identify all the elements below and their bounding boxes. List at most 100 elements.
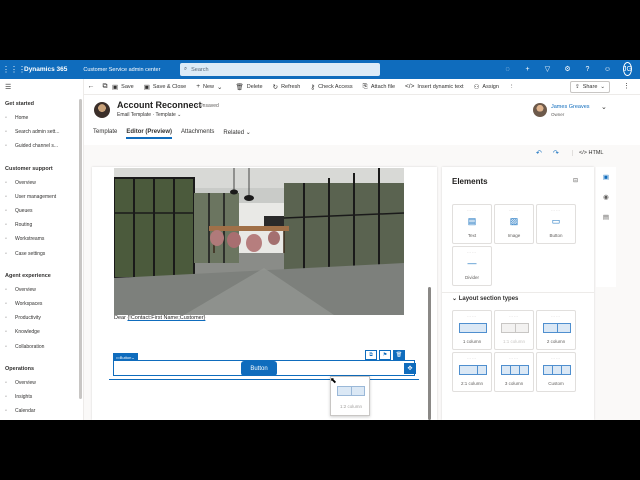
sidebar-item[interactable]: ◦ Case settings	[5, 251, 45, 257]
tab-editor-preview[interactable]: Editor (Preview)	[126, 129, 173, 139]
user-avatar[interactable]: JG	[623, 62, 632, 76]
owner-name[interactable]: James Greaves	[551, 104, 590, 110]
dynamic-text-token[interactable]: {!Contact:First Name;Customer}	[127, 315, 205, 321]
sidebar-item-label: Queues	[15, 208, 33, 214]
layout-1-1-column-tile[interactable]: ⋯⋯ 1:1 column	[494, 310, 534, 350]
delete-button[interactable]: 🗑 Delete	[235, 83, 262, 91]
save-close-button[interactable]: ▣ Save & Close	[144, 83, 186, 91]
drag-dots-icon: ⋯⋯	[509, 356, 519, 361]
sidebar-item-label: Overview	[15, 179, 36, 186]
app-name[interactable]: Customer Service admin center	[83, 67, 160, 73]
sidebar-item[interactable]: ◦ User management	[5, 194, 56, 200]
sidebar-item-label: Guided channel s...	[15, 143, 59, 150]
sidebar-item[interactable]: ◦ Overview	[5, 287, 36, 293]
greeting-line[interactable]: Dear {!Contact:First Name;Customer}	[114, 315, 205, 321]
sidebar-item[interactable]: ◦ Collaboration	[5, 344, 44, 350]
drag-ghost-label: 1:2 column	[339, 404, 362, 409]
mouse-cursor-icon: ⬉	[330, 376, 337, 385]
sidebar-item[interactable]: ◦ Insights	[5, 394, 32, 400]
undo-icon[interactable]: ↶	[536, 149, 542, 157]
form-selector[interactable]: Template	[155, 112, 175, 118]
tab-template[interactable]: Template	[93, 129, 117, 139]
sidebar-item[interactable]: ◦ Calendar	[5, 408, 35, 414]
filter-icon[interactable]: ▽	[543, 65, 552, 73]
elements-panel: Elements ⊟ ⋯⋯ ▤ Text ⋯⋯ ▨ Image ⋯⋯ ▭ But…	[442, 167, 594, 420]
sidebar-item[interactable]: ◦ Workstreams	[5, 236, 44, 242]
sidebar-item[interactable]: ◦ Queues	[5, 208, 33, 214]
workspace-icon: ◦	[5, 301, 7, 307]
elements-tab-icon[interactable]: ▣	[596, 173, 616, 181]
owner-avatar[interactable]	[533, 103, 547, 117]
attach-file-button[interactable]: ⎘ Attach file	[363, 83, 395, 91]
sidebar-item[interactable]: ◦ Workspaces	[5, 301, 42, 307]
more-icon[interactable]: ⋮	[623, 82, 630, 90]
hamburger-icon[interactable]: ☰	[5, 83, 11, 91]
settings-icon[interactable]: ⚙	[563, 65, 572, 73]
collapse-panel-icon[interactable]: ⊟	[573, 177, 578, 184]
layout-1-column-tile[interactable]: ⋯⋯ 1 column	[452, 310, 492, 350]
layout-2-column-tile[interactable]: ⋯⋯ 2 column	[536, 310, 576, 350]
properties-tab-icon[interactable]: ▤	[596, 213, 616, 221]
feedback-icon[interactable]: ☺	[603, 66, 612, 73]
move-handle-icon[interactable]: ✥	[404, 363, 416, 374]
tab-related[interactable]: Related ⌄	[223, 129, 250, 139]
editor-toolbar: ↶ ↷ </> HTML	[84, 145, 640, 167]
layout-3-column-tile[interactable]: ⋯⋯ 3 column	[494, 352, 534, 392]
chevron-down-icon[interactable]: ⌄	[177, 112, 181, 118]
redo-icon[interactable]: ↷	[553, 149, 559, 157]
sidebar-item[interactable]: ◦ Productivity	[5, 315, 41, 321]
app-launcher-icon[interactable]: ⋮⋮⋮	[2, 65, 26, 74]
duplicate-icon[interactable]: ⧉	[365, 350, 377, 360]
element-button-tile[interactable]: ⋯⋯ ▭ Button	[536, 204, 576, 244]
lightbulb-icon[interactable]: ◌	[503, 66, 512, 73]
back-arrow-icon[interactable]: ←	[84, 83, 98, 90]
office-photo[interactable]	[114, 168, 404, 315]
sidebar-item-label: Knowledge	[15, 329, 40, 336]
layout-2-1-column-tile[interactable]: ⋯⋯ 2:1 column	[452, 352, 492, 392]
plus-icon[interactable]: +	[523, 66, 532, 73]
one-one-column-icon	[501, 323, 529, 333]
canvas-scrollbar[interactable]	[428, 287, 431, 420]
expand-header-icon[interactable]: ⌄	[601, 103, 607, 111]
check-access-button[interactable]: ⚷ Check Access	[310, 83, 352, 91]
layout-section-header[interactable]: ⌄ Layout section types	[452, 295, 518, 302]
new-button[interactable]: + New ⌄	[196, 83, 225, 91]
email-canvas[interactable]: Dear {!Contact:First Name;Customer} ▭ Bu…	[92, 167, 437, 420]
popout-icon[interactable]: ⧉	[98, 83, 112, 91]
assign-button[interactable]: ⚇ Assign	[474, 83, 499, 91]
help-icon[interactable]: ?	[583, 66, 592, 73]
record-header: Account Reconnect - Unsaved Email Templa…	[84, 95, 640, 145]
sidebar-item[interactable]: ◦ Guided channel s...	[5, 143, 58, 149]
flag-icon[interactable]: ⚑	[379, 350, 391, 360]
sidebar-item[interactable]: ◦ Home	[5, 115, 28, 121]
sidebar-item[interactable]: ◦ Knowledge	[5, 329, 40, 335]
html-button[interactable]: </> HTML	[572, 150, 603, 156]
selected-element-tag[interactable]: ▭ Button ⌄	[113, 353, 138, 361]
tab-attachments[interactable]: Attachments	[181, 129, 214, 139]
sidebar-item[interactable]: ◦ Search admin sett...	[5, 129, 59, 135]
refresh-button[interactable]: ↻ Refresh	[273, 83, 301, 91]
brand-name[interactable]: Dynamics 365	[24, 66, 67, 73]
drag-dots-icon: ⋯⋯	[509, 314, 519, 319]
drag-dots-icon: ⋯⋯	[467, 356, 477, 361]
trash-icon[interactable]: 🗑	[393, 350, 405, 360]
styles-tab-icon[interactable]: ◉	[596, 193, 616, 201]
sidebar-item[interactable]: ◦ Routing	[5, 222, 32, 228]
sidebar-item-label: Overview	[15, 379, 36, 386]
sidebar-item[interactable]: ◦ Overview	[5, 380, 36, 386]
element-image-tile[interactable]: ⋯⋯ ▨ Image	[494, 204, 534, 244]
insert-dynamic-text-button[interactable]: </> Insert dynamic text	[405, 83, 464, 90]
sidebar-item[interactable]: ◦ Overview	[5, 180, 36, 186]
sidebar-scrollbar[interactable]	[79, 99, 82, 399]
sidebar-item-label: Workspaces	[15, 301, 43, 307]
layout-custom-tile[interactable]: ⋯⋯ Custom	[536, 352, 576, 392]
element-divider-tile[interactable]: ⋯⋯ — Divider	[452, 246, 492, 286]
share-button[interactable]: ⇪ Share ⌄	[570, 81, 610, 93]
save-button[interactable]: ▣ Save	[112, 83, 134, 91]
chevron-down-icon: ⌄	[452, 296, 459, 302]
email-button-element[interactable]: Button	[241, 361, 277, 376]
element-text-tile[interactable]: ⋯⋯ ▤ Text	[452, 204, 492, 244]
sidebar-item-label: Insights	[15, 394, 33, 400]
search-input[interactable]: ⌕ Search	[180, 63, 380, 76]
more-commands-icon[interactable]: ⋮	[509, 84, 515, 90]
